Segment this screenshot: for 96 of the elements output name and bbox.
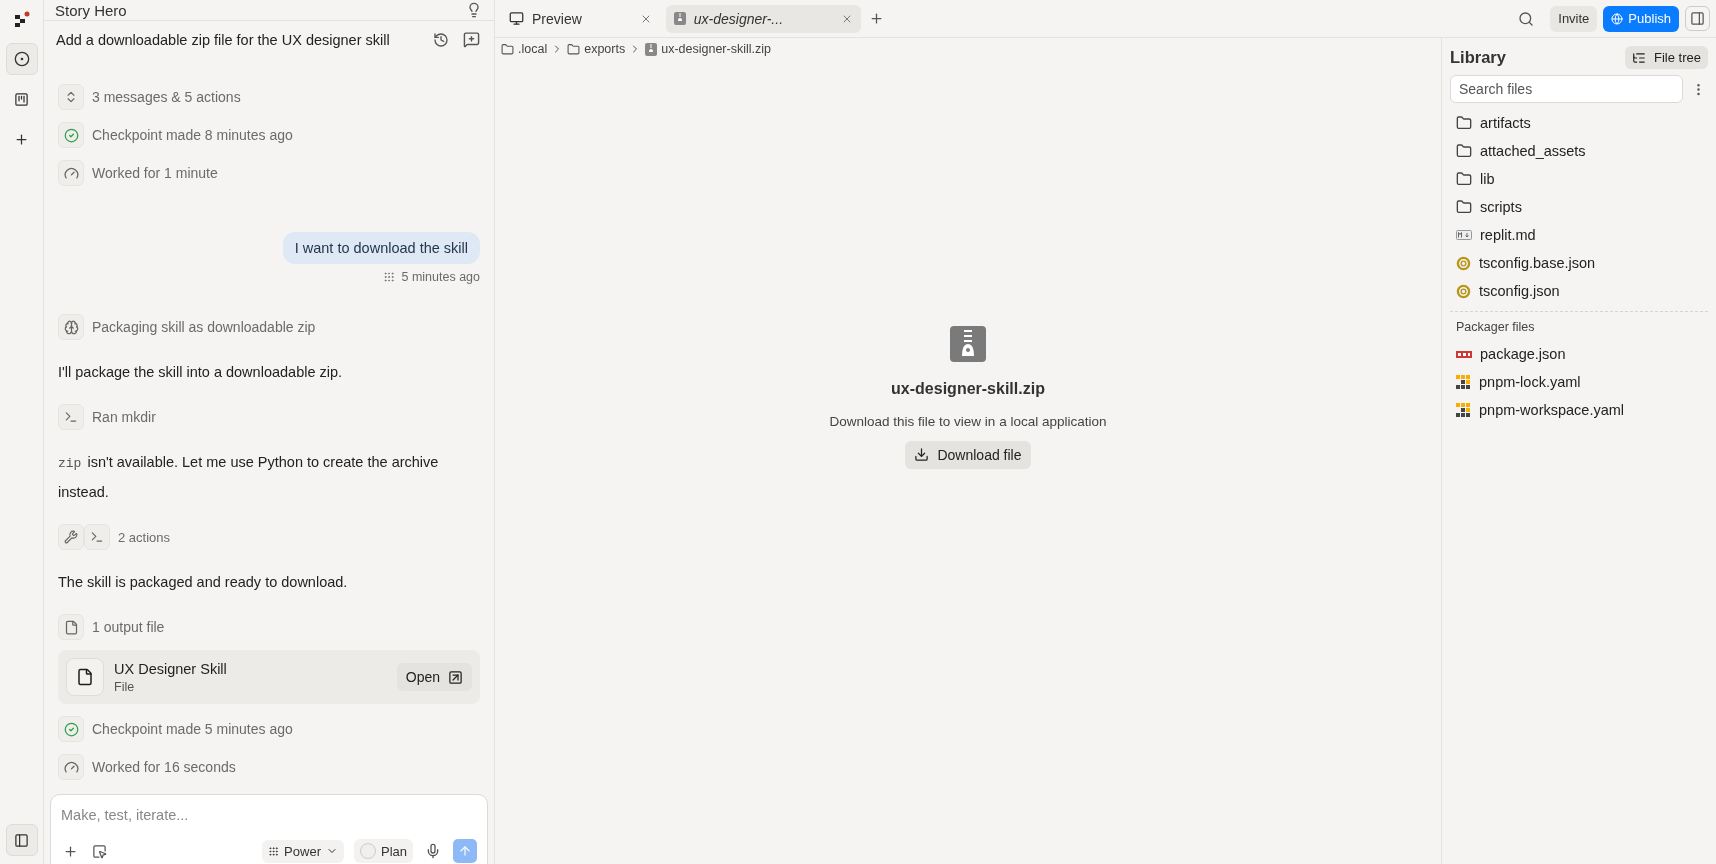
file-item[interactable]: tsconfig.base.json [1479,255,1596,271]
sidebar-icon [14,832,29,848]
blocks-icon [1456,402,1471,418]
zip-file-icon [673,12,686,25]
sidebar-toggle-button[interactable] [5,824,38,856]
status-text: 3 messages & 5 actions [92,89,241,105]
tab[interactable]: ux-designer-... [665,4,862,33]
panel-toggle-button[interactable] [1685,6,1710,31]
file-item[interactable]: attached_assets [1480,143,1586,159]
timestamp: 5 minutes ago [401,270,480,284]
file-name: ux-designer-skill.zip [891,379,1045,398]
file-item[interactable]: pnpm-lock.yaml [1479,374,1581,390]
board-icon [14,91,29,107]
grip-icon [268,845,280,857]
folder-icon [1456,115,1472,131]
zip-file-icon [950,325,986,362]
external-link-icon [448,669,463,685]
file-icon [63,619,79,635]
file-item[interactable]: pnpm-workspace.yaml [1479,402,1625,418]
status-text: Checkpoint made 5 minutes ago [92,721,293,737]
check-circle-icon [63,721,79,737]
file-item[interactable]: replit.md [1480,227,1536,243]
list-tree-icon [1632,50,1647,65]
search-icon [1518,10,1535,27]
agent-message: I'll package the skill into a downloadable zip. [58,363,344,382]
file-title: UX Designer Skill [114,660,228,677]
file-item[interactable]: package.json [1480,346,1566,362]
npm-icon [1456,350,1472,358]
zip-file-icon [645,42,658,56]
file-icon [76,668,94,686]
wrench-icon [64,530,78,544]
globe-icon [1611,12,1624,25]
new-chat-icon [463,31,480,48]
download-button[interactable]: Download file [905,440,1031,469]
check-circle-icon [63,127,79,143]
terminal-icon [64,410,78,424]
logo-icon [13,10,30,27]
panel-icon [1690,11,1705,26]
history-icon [433,31,449,48]
breadcrumb-item[interactable]: .local [518,42,548,56]
status-text: Worked for 16 seconds [92,759,236,775]
ring-icon [1456,283,1471,299]
agent-message: The skill is packaged and ready to download. [58,573,349,592]
actions-count: 2 actions [118,529,171,545]
folder-icon [1456,171,1472,187]
status-text: 1 output file [92,619,165,635]
folder-icon [501,42,514,56]
search-field[interactable]: Search files [1450,75,1683,103]
viewer-message: Download this file to view in a local application [829,413,1107,429]
status-text: Checkpoint made 8 minutes ago [92,127,293,143]
open-button[interactable]: Open [396,663,472,691]
rail-button[interactable] [5,43,38,75]
status-text: Packaging skill as downloadable zip [92,319,316,335]
new-chat-button[interactable] [461,29,482,50]
lightbulb-icon [466,2,482,18]
tab[interactable]: Preview [501,4,660,33]
plan-toggle[interactable]: Plan [353,839,413,863]
file-item[interactable]: tsconfig.json [1479,283,1560,299]
file-type: File [114,679,136,694]
plus-icon [14,131,29,147]
grip-icon [383,271,396,283]
monitor-icon [509,11,524,26]
ring-icon [1456,255,1471,271]
status-text: Ran mkdir [92,409,156,425]
record-icon [13,51,30,67]
breadcrumb-item[interactable]: ux-designer-skill.zip [661,42,771,56]
file-tree-button[interactable]: File tree [1625,46,1708,69]
brain-icon [63,319,79,335]
microphone-icon [425,843,441,859]
markdown-icon [1456,230,1472,240]
blocks-icon [1456,374,1471,390]
chat-title: Add a downloadable zip file for the UX designer skill [56,31,390,48]
project-title: Story Hero [55,1,127,19]
download-icon [914,447,930,462]
section-title: Packager files [1455,320,1536,336]
folder-icon [567,42,581,56]
mode-dropdown[interactable]: Power [262,839,344,863]
plus-icon [63,843,78,859]
gauge-icon [63,759,79,775]
breadcrumb-item[interactable]: exports [584,42,626,56]
terminal-icon [90,530,104,544]
arrow-up-icon [458,844,472,858]
library-title: Library [1450,48,1506,67]
folder-icon [1456,143,1472,159]
user-message: I want to download the skill [282,232,480,264]
invite-button[interactable]: Invite [1550,5,1598,32]
file-item[interactable]: lib [1480,171,1495,187]
status-text: Worked for 1 minute [92,165,218,181]
publish-button[interactable]: Publish [1603,5,1679,32]
file-item[interactable]: artifacts [1480,115,1531,131]
file-item[interactable]: scripts [1480,199,1522,215]
pointer-icon [92,843,107,859]
agent-message: zip isn't available. Let me use Python to create the archive instead. [58,453,440,502]
gauge-icon [63,165,79,181]
plus-icon [869,11,885,26]
folder-icon [1456,199,1472,215]
